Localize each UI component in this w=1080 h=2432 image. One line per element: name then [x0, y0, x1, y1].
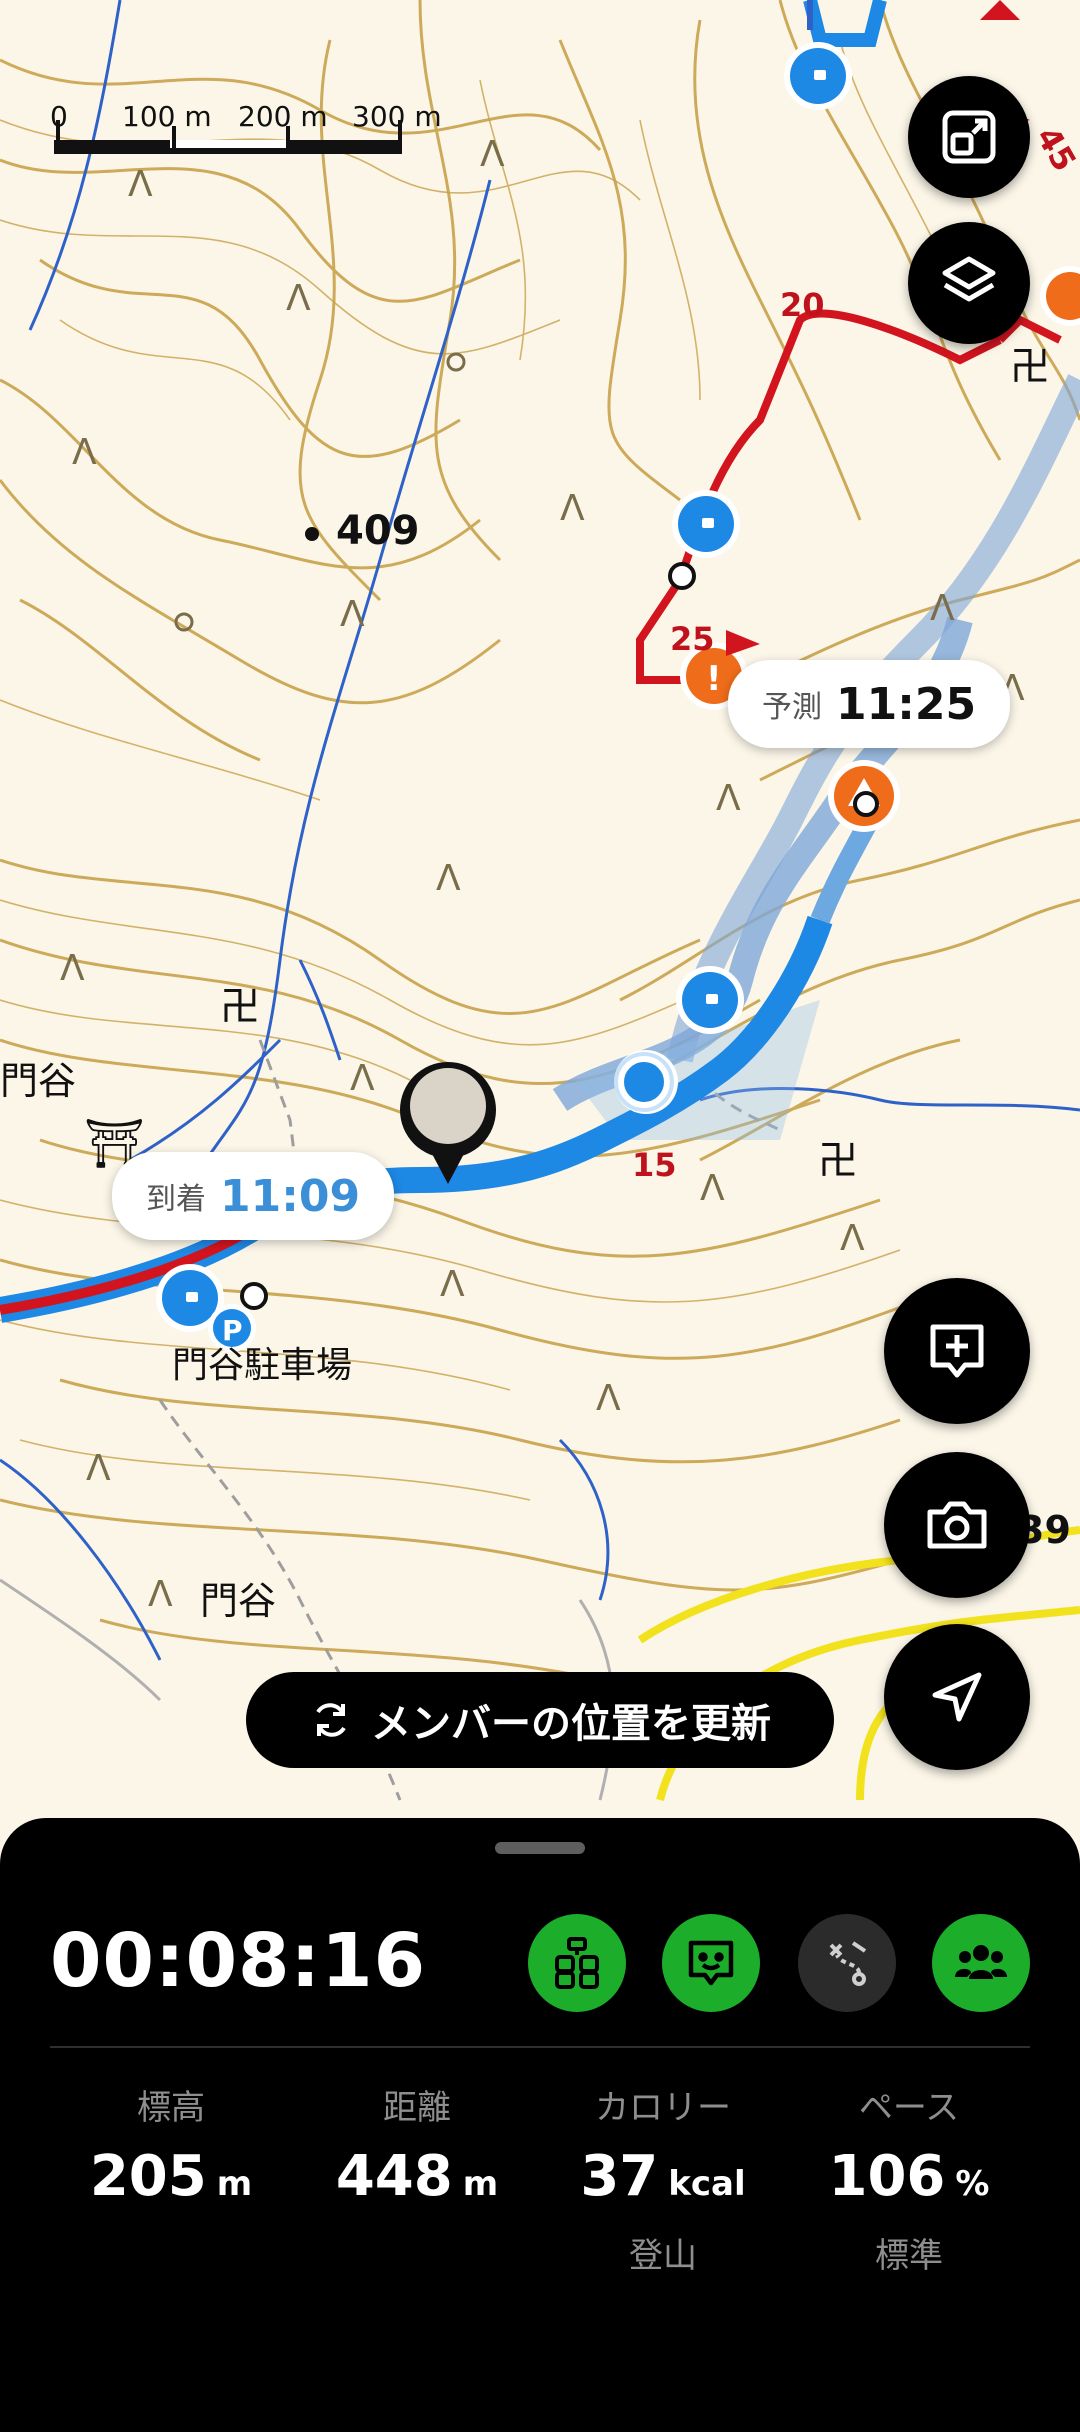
map-layers-button[interactable] — [908, 222, 1030, 344]
stat-calories: カロリー 37 kcal 登山 — [540, 2080, 786, 2277]
route-marker-25: 25 — [670, 620, 715, 658]
add-memo-button[interactable] — [884, 1278, 1030, 1424]
svg-text:Λ: Λ — [560, 488, 585, 529]
stat-distance-label: 距離 — [383, 2088, 451, 2128]
stat-elevation: 標高 205 m — [48, 2080, 294, 2216]
chat-face-icon — [688, 1940, 734, 1986]
arrival-time: 11:09 — [220, 1170, 361, 1222]
place-label-kadoya-south: 門谷 — [200, 1579, 277, 1623]
svg-text:Λ: Λ — [596, 1378, 621, 1419]
peak-elevation-label: 409 — [336, 508, 420, 554]
svg-text:Λ: Λ — [86, 1448, 111, 1489]
panel-drag-handle[interactable] — [495, 1842, 585, 1854]
svg-text:Λ: Λ — [840, 1218, 865, 1259]
svg-text:Λ: Λ — [716, 778, 741, 819]
camera-button[interactable] — [884, 1452, 1030, 1598]
stat-elevation-label: 標高 — [137, 2088, 205, 2128]
scale-bar-label-0: 0 — [50, 100, 68, 133]
stat-elevation-unit: m — [216, 2164, 253, 2204]
update-member-positions-label: メンバーの位置を更新 — [371, 1701, 771, 1747]
predicted-label: 予測 — [762, 690, 822, 725]
svg-text:Λ: Λ — [440, 1264, 465, 1305]
svg-text:卍: 卍 — [818, 1138, 858, 1184]
route-button[interactable] — [798, 1914, 896, 2012]
svg-text:Λ: Λ — [700, 1168, 725, 1209]
place-label-kadoya: 門谷 — [0, 1059, 77, 1103]
scale-bar-label-200: 200 m — [238, 100, 328, 133]
svg-text:Λ: Λ — [350, 1058, 375, 1099]
stat-calories-sub: 登山 — [629, 2236, 697, 2276]
stat-distance: 距離 448 m — [294, 2080, 540, 2216]
camera-icon — [927, 1501, 987, 1549]
stat-calories-value-row: 37 kcal — [540, 2145, 786, 2216]
current-location-dot — [618, 1056, 670, 1108]
activity-panel: 00:08:16 標高 205 m 距離 448 m カロリー 37 kcal 登山 … — [0, 1818, 1080, 2432]
svg-text:Λ: Λ — [148, 1574, 173, 1615]
fit-screen-icon — [942, 110, 996, 164]
route-icon — [829, 1941, 867, 1986]
svg-text:Λ: Λ — [480, 134, 505, 175]
stat-pace-unit: % — [955, 2164, 990, 2204]
svg-text:Λ: Λ — [60, 948, 85, 989]
stat-distance-value-row: 448 m — [294, 2145, 540, 2216]
scale-bar-label-300: 300 m — [352, 100, 442, 133]
svg-text:卍: 卍 — [1010, 344, 1050, 390]
fit-screen-button[interactable] — [908, 76, 1030, 198]
svg-text:Λ: Λ — [930, 588, 955, 629]
stat-calories-value: 37 — [580, 2144, 659, 2209]
refresh-icon — [316, 1703, 346, 1737]
svg-text:Λ: Λ — [340, 594, 365, 635]
parking-label: 門谷駐車場 — [172, 1345, 353, 1386]
stat-calories-unit: kcal — [668, 2164, 746, 2204]
stat-pace: ペース 106% 標準 — [786, 2080, 1032, 2277]
scale-bar-label-100: 100 m — [122, 100, 212, 133]
distance-markers-button[interactable] — [528, 1914, 626, 2012]
stat-pace-value-row: 106% — [786, 2145, 1032, 2216]
stat-calories-label: カロリー — [595, 2088, 731, 2128]
update-member-positions-button[interactable]: メンバーの位置を更新 — [246, 1672, 834, 1768]
arrival-time-bubble[interactable]: 到着 11:09 — [112, 1152, 395, 1240]
group-icon — [955, 1945, 1007, 1979]
group-button[interactable] — [932, 1914, 1030, 2012]
arrival-label: 到着 — [146, 1182, 206, 1217]
svg-text:Λ: Λ — [286, 278, 311, 319]
panel-divider — [50, 2046, 1030, 2048]
navigation-arrow-icon — [932, 1672, 982, 1722]
stat-distance-unit: m — [462, 2164, 499, 2204]
svg-text:Λ: Λ — [436, 858, 461, 899]
svg-text:Λ: Λ — [128, 164, 153, 205]
route-marker-15: 15 — [632, 1146, 677, 1184]
stat-pace-value: 106 — [828, 2144, 946, 2209]
chat-button[interactable] — [662, 1914, 760, 2012]
elapsed-time: 00:08:16 — [50, 1918, 427, 2004]
layers-icon — [942, 256, 996, 302]
svg-text:Λ: Λ — [72, 432, 97, 473]
predicted-time-bubble[interactable]: 予測 11:25 — [728, 660, 1011, 748]
route-marker-20: 20 — [780, 286, 825, 324]
stat-elevation-value-row: 205 m — [48, 2145, 294, 2216]
stat-pace-label: ペース — [858, 2088, 960, 2128]
svg-text:卍: 卍 — [220, 984, 260, 1030]
stat-pace-sub: 標準 — [875, 2236, 943, 2276]
distance-markers-icon — [555, 1937, 599, 1989]
stat-distance-value: 448 — [335, 2144, 453, 2209]
locate-me-button[interactable] — [884, 1624, 1030, 1770]
add-memo-icon — [930, 1324, 984, 1378]
stat-elevation-value: 205 — [89, 2144, 207, 2209]
svg-text:!: ! — [706, 659, 722, 699]
predicted-time: 11:25 — [836, 678, 977, 730]
